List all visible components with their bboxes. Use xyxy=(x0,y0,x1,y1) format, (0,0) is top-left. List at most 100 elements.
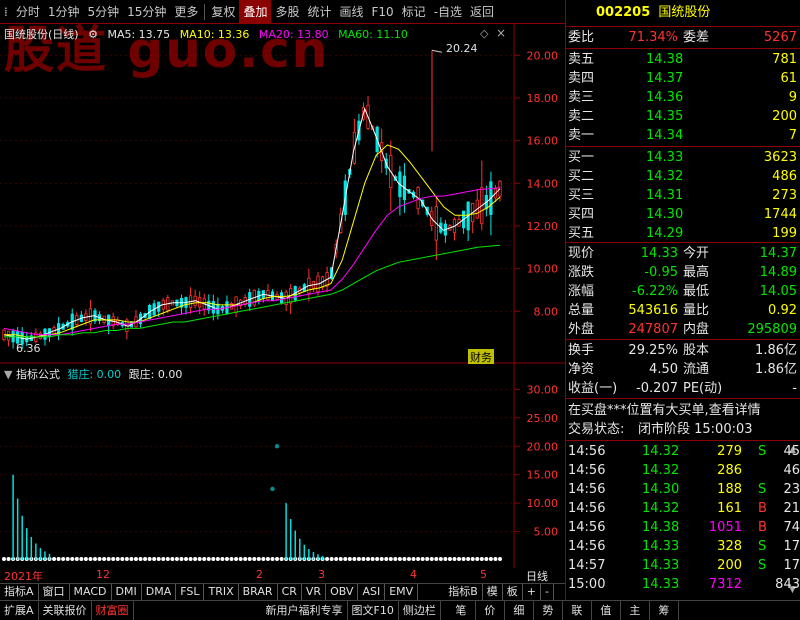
indicator-tab-6[interactable]: TRIX xyxy=(204,584,239,600)
indicator-tab-1[interactable]: 窗口 xyxy=(39,584,70,600)
indicator-tab-16[interactable]: + xyxy=(523,584,541,600)
stat-value: - xyxy=(792,381,797,396)
indicator-tab-12[interactable]: EMV xyxy=(385,584,419,600)
toolbar-button-13[interactable]: 返回 xyxy=(466,0,498,24)
bottom-tab-0[interactable]: 扩展A xyxy=(0,601,39,620)
toolbar-button-9[interactable]: 画线 xyxy=(335,0,367,24)
trade-count: 46 xyxy=(783,463,800,478)
indicator-tab-8[interactable]: CR xyxy=(278,584,302,600)
bid-row[interactable]: 买五 14.29 199 xyxy=(566,224,800,243)
indicator-chart[interactable]: 30.00 25.00 20.00 15.00 10.00 5.00 xyxy=(0,364,565,568)
indicator-dot xyxy=(329,557,334,561)
indicator-dot xyxy=(452,557,457,561)
indicator-tab-4[interactable]: DMA xyxy=(142,584,177,600)
indicator-dot xyxy=(379,557,384,561)
bid-row[interactable]: 买三 14.31 273 xyxy=(566,186,800,205)
stat-row: 总量 543616 量比 0.92 xyxy=(566,301,800,320)
trade-row[interactable]: 15:00 14.33 7312 843 xyxy=(566,575,800,594)
trade-row[interactable]: 14:56 14.38 1051 B 74 xyxy=(566,518,800,537)
indicator-tab-15[interactable]: 板 xyxy=(503,584,523,600)
stat-row: 换手 29.25% 股本 1.86亿 xyxy=(566,341,800,360)
gen-value: 跟庄: 0.00 xyxy=(128,368,183,381)
price-axis-label: 20.00 xyxy=(527,49,559,62)
indicator-tab-2[interactable]: MACD xyxy=(70,584,112,600)
collapse-icon[interactable]: ▼ xyxy=(4,368,12,381)
indicator-tab-3[interactable]: DMI xyxy=(112,584,142,600)
bid-row[interactable]: 买四 14.30 1744 xyxy=(566,205,800,224)
bid-row[interactable]: 买二 14.32 486 xyxy=(566,167,800,186)
stat-label: 最高 xyxy=(683,265,710,280)
indicator-dot xyxy=(388,557,393,561)
bottom-tab-2[interactable]: 财富圈 xyxy=(92,601,134,620)
bid-label: 买三 xyxy=(568,188,595,203)
indicator-tab-17[interactable]: - xyxy=(541,584,554,600)
close-icon[interactable]: × xyxy=(496,26,506,40)
indicator-tab-0[interactable]: 指标A xyxy=(0,584,39,600)
bottom-tab-13[interactable]: 筹 xyxy=(650,601,679,620)
trade-time: 14:56 xyxy=(568,539,606,554)
ma20-label: MA20: 13.80 xyxy=(258,28,329,41)
bid-row[interactable]: 买一 14.33 3623 xyxy=(566,148,800,167)
indicator-tab-9[interactable]: VR xyxy=(302,584,327,600)
toolbar-button-11[interactable]: 标记 xyxy=(398,0,430,24)
diamond-icon[interactable]: ◇ xyxy=(480,27,488,40)
indicator-tab-14[interactable]: 模 xyxy=(483,584,503,600)
indicator-axis-label: 5.00 xyxy=(534,526,559,539)
bottom-tab-11[interactable]: 值 xyxy=(592,601,621,620)
indicator-tab-13[interactable]: 指标B xyxy=(444,584,483,600)
period-label[interactable]: 日线 xyxy=(526,568,548,584)
trade-row[interactable]: 14:56 14.32 279 S 45 xyxy=(566,442,800,461)
settings-icon[interactable]: ⚙ xyxy=(88,28,98,41)
trade-time: 14:56 xyxy=(568,482,606,497)
stat-value: -0.207 xyxy=(636,381,678,396)
toolbar-button-10[interactable]: F10 xyxy=(368,0,398,24)
indicator-tab-5[interactable]: FSL xyxy=(176,584,205,600)
bottom-tab-5[interactable]: 侧边栏 xyxy=(399,601,441,620)
ask-row[interactable]: 卖一 14.34 7 xyxy=(566,126,800,145)
trade-row[interactable]: 14:56 14.33 328 S 17 xyxy=(566,537,800,556)
indicator-tab-11[interactable]: ASI xyxy=(358,584,386,600)
bottom-tab-6[interactable]: 笔 xyxy=(447,601,476,620)
price-axis-label: 10.00 xyxy=(527,263,559,276)
indicator-dot xyxy=(133,557,138,561)
trade-price: 14.38 xyxy=(642,520,680,535)
stat-row: 现价 14.33 今开 14.37 xyxy=(566,244,800,263)
notice-text[interactable]: 在买盘***位置有大买单,查看详情 xyxy=(568,401,761,420)
bottom-tab-8[interactable]: 细 xyxy=(505,601,534,620)
indicator-dot xyxy=(461,557,466,561)
indicator-dot xyxy=(375,557,380,561)
bottom-tab-4[interactable]: 图文F10 xyxy=(348,601,399,620)
toolbar-button-12[interactable]: -自选 xyxy=(430,0,466,24)
ask-row[interactable]: 卖五 14.38 781 xyxy=(566,50,800,69)
trade-count: 17 xyxy=(783,539,800,554)
ask-row[interactable]: 卖三 14.36 9 xyxy=(566,88,800,107)
trade-row[interactable]: 14:56 14.30 188 S 23 xyxy=(566,480,800,499)
ask-row[interactable]: 卖二 14.35 200 xyxy=(566,107,800,126)
ask-row[interactable]: 卖四 14.37 61 xyxy=(566,69,800,88)
bottom-tab-9[interactable]: 势 xyxy=(534,601,563,620)
indicator-tab-7[interactable]: BRAR xyxy=(239,584,278,600)
stat-row: 净资 4.50 流通 1.86亿 xyxy=(566,360,800,379)
stat-value: 543616 xyxy=(628,303,678,318)
trade-row[interactable]: 14:56 14.32 286 46 xyxy=(566,461,800,480)
indicator-tab-10[interactable]: OBV xyxy=(326,584,359,600)
bottom-tab-10[interactable]: 联 xyxy=(563,601,592,620)
trade-price: 14.30 xyxy=(642,482,680,497)
bottom-tab-7[interactable]: 价 xyxy=(476,601,505,620)
bid-price: 14.31 xyxy=(646,188,684,203)
trade-row[interactable]: 14:56 14.32 161 B 21 xyxy=(566,499,800,518)
bottom-tab-1[interactable]: 关联报价 xyxy=(39,601,92,620)
stat-value: 1.86亿 xyxy=(755,362,797,377)
bottom-tab-12[interactable]: 主 xyxy=(621,601,650,620)
quote-panel: 002205 国统股份 委比 71.34% 委差 5267 在买盘***位置有大… xyxy=(565,0,800,600)
ask-price: 14.34 xyxy=(646,128,684,143)
stat-label: 收益(一) xyxy=(568,381,618,396)
weibi-label: 委比 xyxy=(568,30,595,45)
bottom-tab-3[interactable]: 新用户福利专享 xyxy=(262,601,348,620)
indicator-name: 指标公式 xyxy=(15,368,60,381)
notice-row[interactable]: 在买盘***位置有大买单,查看详情 xyxy=(566,401,800,420)
ask-price: 14.35 xyxy=(646,109,684,124)
indicator-dot xyxy=(111,557,116,561)
finance-badge[interactable]: 财务 xyxy=(468,349,494,365)
trade-row[interactable]: 14:57 14.33 200 S 17 xyxy=(566,556,800,575)
